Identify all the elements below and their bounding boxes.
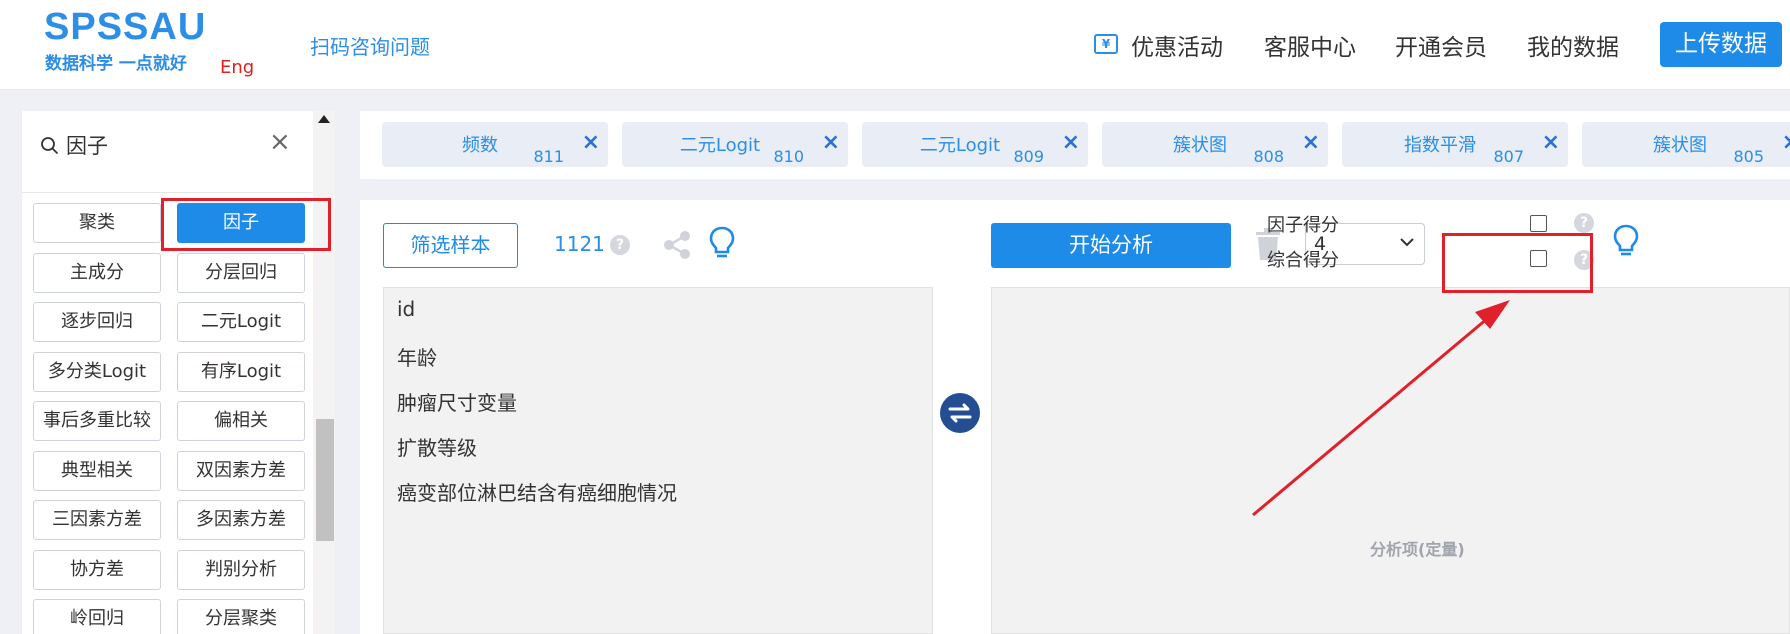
clear-search-icon[interactable]: × (269, 127, 291, 157)
sidebar-scrollbar[interactable] (313, 111, 335, 634)
method-button[interactable]: 二元Logit (177, 302, 305, 342)
method-button[interactable]: 分层回归 (177, 252, 305, 293)
close-icon[interactable]: × (1302, 130, 1320, 156)
start-analysis-button[interactable]: 开始分析 (991, 223, 1231, 268)
variable-item[interactable]: 癌变部位淋巴结含有癌细胞情况 (397, 477, 677, 506)
history-tab-strip: 频数 811 × 二元Logit 810 × 二元Logit 809 × 簇状图 808 × 指数平滑 8… (360, 111, 1790, 179)
tab-number: 807 (1493, 147, 1524, 166)
method-button[interactable]: 多分类Logit (33, 351, 161, 392)
method-button[interactable]: 有序Logit (177, 351, 305, 392)
sample-count: 1121 (554, 232, 605, 256)
tab-number: 810 (773, 147, 804, 166)
logo-text[interactable]: SPSSAU (44, 6, 206, 49)
method-button[interactable]: 分层聚类 (177, 599, 305, 634)
scroll-up-arrow-icon[interactable] (318, 115, 330, 123)
filter-sample-button[interactable]: 筛选样本 (383, 223, 518, 268)
swap-arrows-icon[interactable] (940, 393, 980, 433)
variable-item[interactable]: 肿瘤尺寸变量 (397, 387, 517, 416)
search-input[interactable]: 因子 (66, 130, 108, 160)
history-tab[interactable]: 二元Logit 809 × (862, 122, 1088, 167)
close-icon[interactable]: × (582, 130, 600, 156)
nav-membership[interactable]: 开通会员 (1395, 28, 1487, 62)
history-tab[interactable]: 簇状图805× (1582, 122, 1790, 167)
logo-slogan: 数据科学 一点就好 (45, 54, 187, 74)
tab-number: 811 (533, 147, 564, 166)
variable-item[interactable]: 年龄 (397, 342, 437, 371)
upload-data-button[interactable]: 上传数据 (1660, 22, 1782, 67)
nav-my-data[interactable]: 我的数据 (1527, 28, 1619, 62)
tab-number: 809 (1013, 147, 1044, 166)
nav-promotions[interactable]: 优惠活动 (1131, 28, 1223, 62)
factor-highlight-box (161, 198, 331, 251)
search-icon (41, 137, 59, 155)
close-icon[interactable]: × (1782, 130, 1790, 156)
share-icon[interactable] (661, 229, 693, 261)
nav-customer-service[interactable]: 客服中心 (1264, 28, 1356, 62)
factor-score-help-icon[interactable]: ? (1574, 213, 1594, 233)
method-button[interactable]: 判别分析 (177, 549, 305, 590)
top-header: SPSSAU 数据科学 一点就好 Eng 扫码咨询问题 ¥ 优惠活动 客服中心 … (0, 0, 1790, 90)
method-button[interactable]: 逐步回归 (33, 302, 161, 342)
lightbulb-icon[interactable] (709, 226, 735, 260)
scan-consult-link[interactable]: 扫码咨询问题 (310, 31, 430, 60)
method-button[interactable]: 多因素方差 (177, 500, 305, 540)
method-button[interactable]: 主成分 (33, 252, 161, 293)
lightbulb-icon[interactable] (1613, 224, 1639, 258)
composite-score-highlight-box (1442, 233, 1593, 293)
tab-number: 808 (1253, 147, 1284, 166)
history-tab[interactable]: 二元Logit 810 × (622, 122, 848, 167)
method-sidebar: 因子 × 聚类 因子主成分 分层回归 逐步回归 二元Logit 多分类Logit 有序Log… (22, 111, 313, 634)
help-icon[interactable]: ? (610, 235, 630, 255)
method-button[interactable]: 双因素方差 (177, 450, 305, 491)
close-icon[interactable]: × (1542, 130, 1560, 156)
method-button[interactable]: 岭回归 (33, 599, 161, 634)
close-icon[interactable]: × (1062, 130, 1080, 156)
language-switch-link[interactable]: Eng (220, 57, 254, 78)
chevron-down-icon (1400, 238, 1414, 247)
drop-area-hint: 分析项(定量) (1370, 540, 1465, 559)
factor-score-checkbox[interactable] (1530, 215, 1547, 232)
composite-score-label: 综合得分 (1267, 250, 1339, 271)
factor-score-label: 因子得分 (1267, 215, 1339, 236)
method-button[interactable]: 三因素方差 (33, 500, 161, 540)
method-button[interactable]: 协方差 (33, 549, 161, 590)
close-icon[interactable]: × (822, 130, 840, 156)
analysis-item-drop-area[interactable]: 分析项(定量) (991, 287, 1790, 634)
coupon-icon: ¥ (1094, 34, 1118, 54)
variable-item[interactable]: id (397, 297, 415, 321)
scrollbar-thumb[interactable] (316, 419, 334, 541)
tab-number: 805 (1733, 147, 1764, 166)
history-tab[interactable]: 指数平滑 807 × (1342, 122, 1568, 167)
method-button[interactable]: 聚类 (33, 203, 161, 243)
variable-item[interactable]: 扩散等级 (397, 432, 477, 461)
history-tab[interactable]: 簇状图 808 × (1102, 122, 1328, 167)
method-button[interactable]: 事后多重比较 (33, 401, 161, 441)
method-button[interactable]: 偏相关 (177, 401, 305, 441)
variable-list[interactable]: id 年龄肿瘤尺寸变量 扩散等级癌变部位淋巴结含有癌细胞情况 (383, 287, 933, 634)
method-button[interactable]: 典型相关 (33, 450, 161, 491)
history-tab[interactable]: 频数 811 × (382, 122, 608, 167)
method-search-box[interactable]: 因子 × (22, 111, 313, 193)
